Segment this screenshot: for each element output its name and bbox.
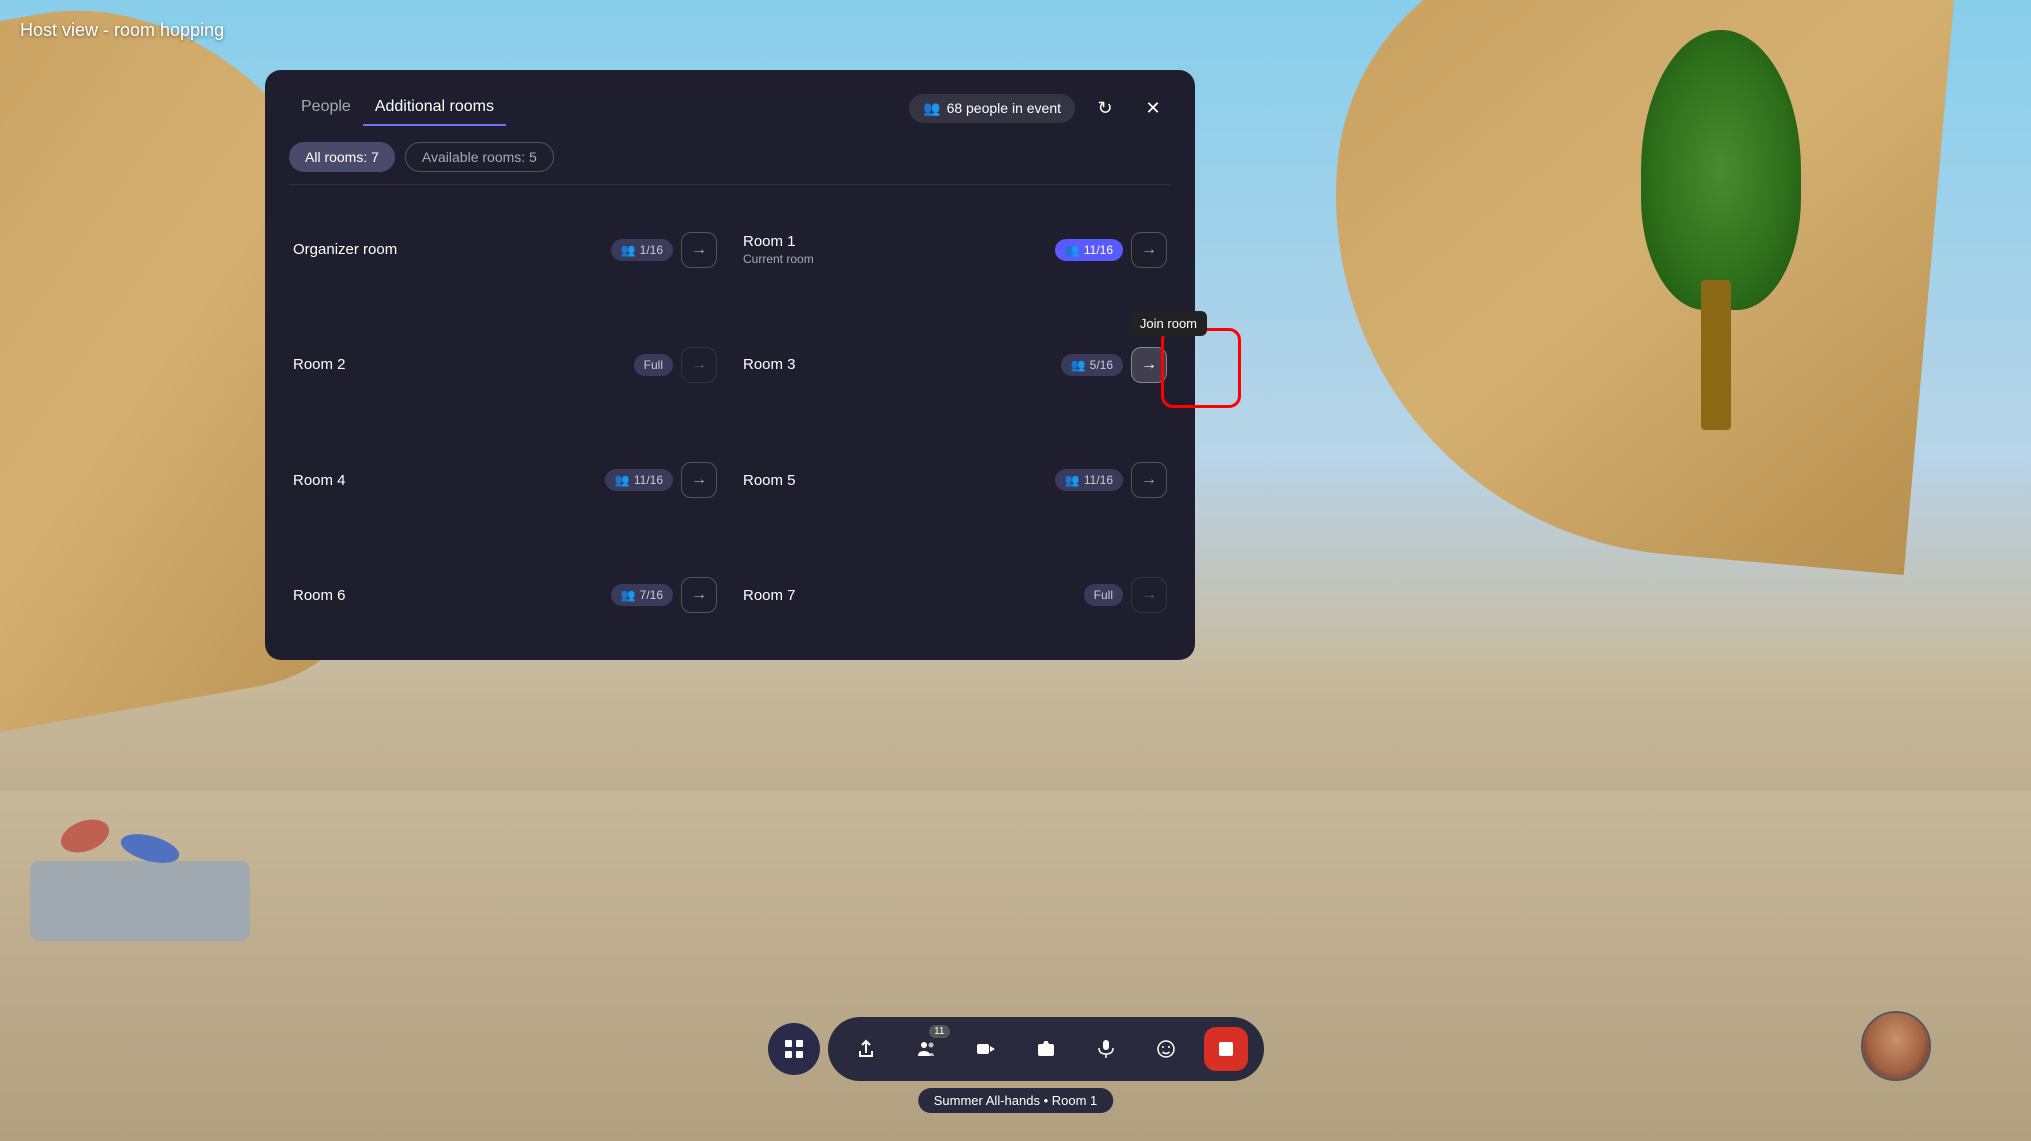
people-icon-room4: 👥 — [615, 473, 630, 487]
participants-button[interactable]: 11 — [904, 1027, 948, 1071]
refresh-button[interactable]: ↻ — [1087, 90, 1123, 126]
room-count-room6: 👥 7/16 — [611, 584, 673, 606]
people-icon-organizer: 👥 — [621, 243, 636, 257]
people-icon-room3: 👥 — [1071, 358, 1086, 372]
room-item-room7[interactable]: Room 7 Full → — [731, 539, 1179, 652]
tab-additional-rooms[interactable]: Additional rooms — [363, 90, 506, 126]
room-info-room3: 👥 5/16 Join room → — [1061, 347, 1167, 383]
people-icon-room1: 👥 — [1065, 243, 1080, 257]
emoji-button[interactable] — [1144, 1027, 1188, 1071]
people-icon — [923, 100, 940, 117]
all-rooms-filter[interactable]: All rooms: 7 — [289, 142, 395, 172]
room-item-room4[interactable]: Room 4 👥 11/16 → — [281, 424, 729, 537]
tree-trunk — [1701, 280, 1731, 430]
room-info-organizer: 👥 1/16 → — [611, 232, 717, 268]
room-item-room6[interactable]: Room 6 👥 7/16 → — [281, 539, 729, 652]
room-count-room1: 👥 11/16 — [1055, 239, 1123, 261]
toolbar: 11 — [768, 1017, 1264, 1081]
room-info-room6: 👥 7/16 → — [611, 577, 717, 613]
join-btn-room3[interactable]: → — [1131, 347, 1167, 383]
room-name-organizer: Organizer room — [293, 241, 397, 258]
join-btn-room4[interactable]: → — [681, 462, 717, 498]
people-icon-room6: 👥 — [621, 588, 636, 602]
mic-button[interactable] — [1084, 1027, 1128, 1071]
status-bar: Summer All-hands • Room 1 — [918, 1088, 1114, 1113]
close-button[interactable]: ✕ — [1135, 90, 1171, 126]
header-right: 68 people in event ↻ ✕ — [909, 90, 1171, 126]
participants-count: 11 — [929, 1025, 949, 1038]
people-icon-room5: 👥 — [1065, 473, 1080, 487]
join-room-tooltip: Join room — [1130, 311, 1207, 336]
room-full-badge-room7: Full — [1084, 584, 1123, 606]
filter-row: All rooms: 7 Available rooms: 5 — [265, 126, 1195, 184]
avatar-face — [1863, 1013, 1929, 1079]
room-name-room1: Room 1 Current room — [743, 233, 814, 266]
room-count-room3: 👥 5/16 — [1061, 354, 1123, 376]
tab-people[interactable]: People — [289, 90, 363, 126]
room-item-organizer[interactable]: Organizer room 👥 1/16 → — [281, 193, 729, 306]
room-info-room2: Full → — [634, 347, 717, 383]
join-btn-room2[interactable]: → — [681, 347, 717, 383]
share-button[interactable] — [844, 1027, 888, 1071]
room-item-room3[interactable]: Room 3 👥 5/16 Join room → — [731, 308, 1179, 421]
modal-header: People Additional rooms 68 people in eve… — [265, 70, 1195, 126]
camera-button[interactable] — [1024, 1027, 1068, 1071]
record-button[interactable] — [964, 1027, 1008, 1071]
join-btn-room7[interactable]: → — [1131, 577, 1167, 613]
room-item-room5[interactable]: Room 5 👥 11/16 → — [731, 424, 1179, 537]
leave-button[interactable] — [1204, 1027, 1248, 1071]
room-count-room5: 👥 11/16 — [1055, 469, 1123, 491]
room-count-room4: 👥 11/16 — [605, 469, 673, 491]
bg-tree — [1641, 30, 1801, 430]
main-modal: People Additional rooms 68 people in eve… — [265, 70, 1195, 660]
room-info-room7: Full → — [1084, 577, 1167, 613]
room-info-room5: 👥 11/16 → — [1055, 462, 1167, 498]
room-item-room1[interactable]: Room 1 Current room 👥 11/16 → — [731, 193, 1179, 306]
people-event-badge: 68 people in event — [909, 94, 1075, 123]
room-full-badge-room2: Full — [634, 354, 673, 376]
bg-sofa — [30, 861, 250, 941]
tree-foliage — [1641, 30, 1801, 310]
app-title: Host view - room hopping — [20, 20, 224, 41]
room-count-organizer: 👥 1/16 — [611, 239, 673, 261]
join-btn-organizer[interactable]: → — [681, 232, 717, 268]
room-info-room4: 👥 11/16 → — [605, 462, 717, 498]
join-btn-room1[interactable]: → — [1131, 232, 1167, 268]
join-btn-room5[interactable]: → — [1131, 462, 1167, 498]
bg-arch-right — [1306, 0, 1956, 575]
user-avatar[interactable] — [1861, 1011, 1931, 1081]
room-item-room2[interactable]: Room 2 Full → — [281, 308, 729, 421]
people-event-count: 68 people in event — [947, 100, 1061, 116]
join-btn-room3-wrapper: Join room → — [1131, 347, 1167, 383]
room-info-room1: 👥 11/16 → — [1055, 232, 1167, 268]
rooms-grid: Organizer room 👥 1/16 → Room 1 Current r… — [265, 185, 1195, 660]
apps-button[interactable] — [768, 1023, 820, 1075]
toolbar-pill: 11 — [828, 1017, 1264, 1081]
join-btn-room6[interactable]: → — [681, 577, 717, 613]
available-rooms-filter[interactable]: Available rooms: 5 — [405, 142, 554, 172]
